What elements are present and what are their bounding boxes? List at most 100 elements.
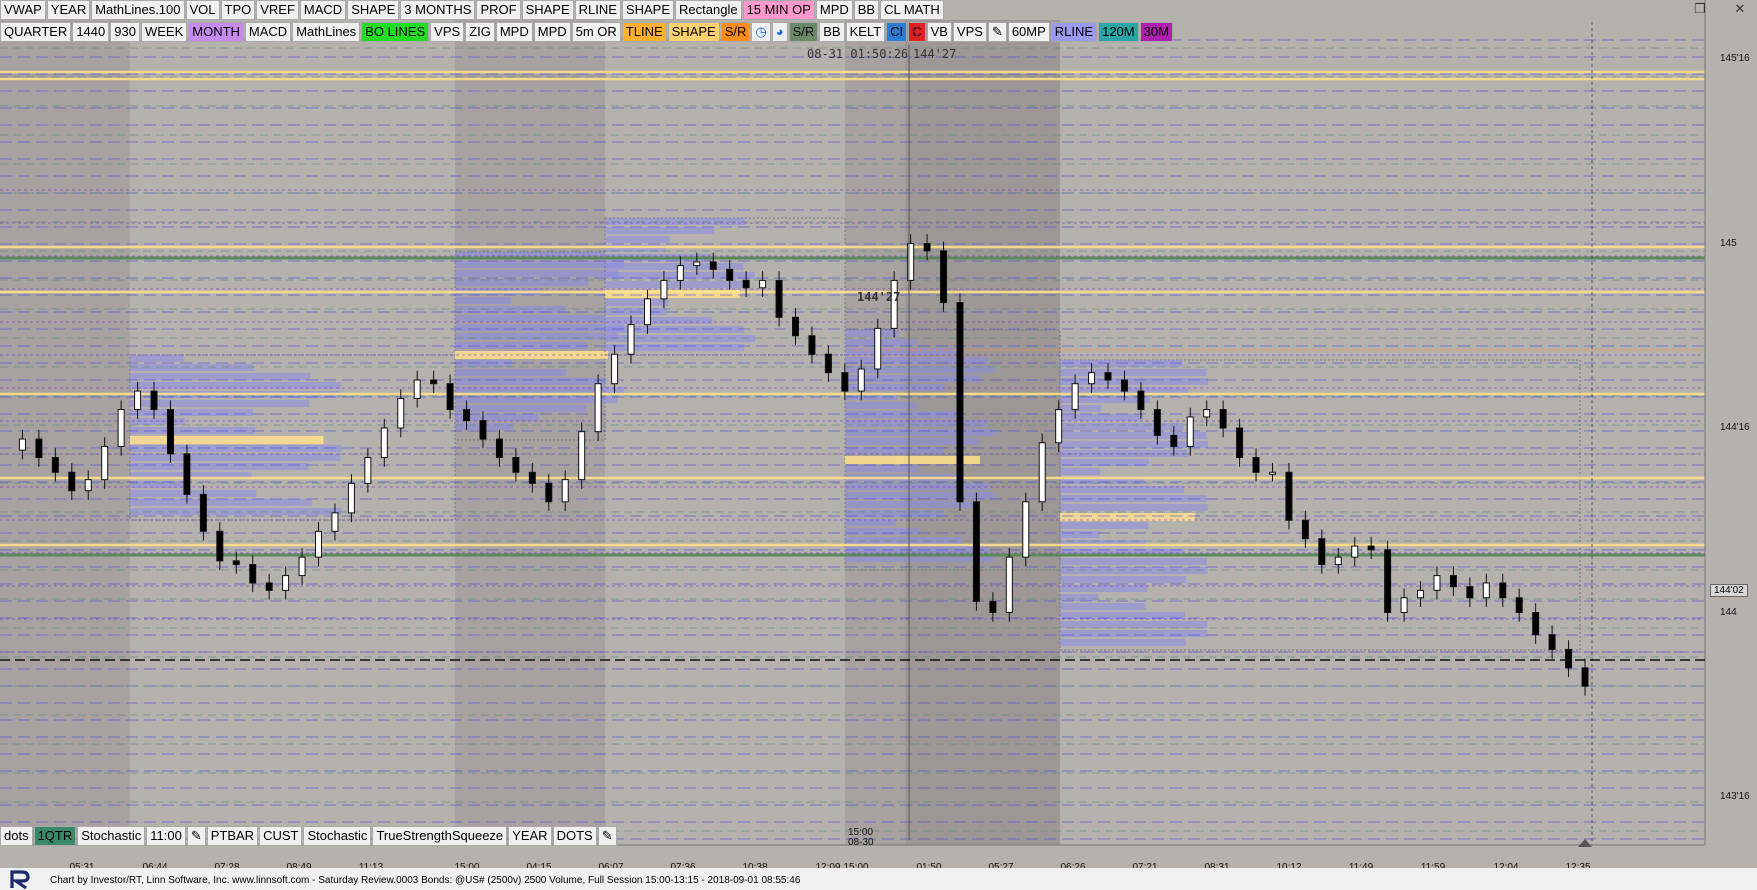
candle-body: [1170, 434, 1178, 447]
indicator-button-25[interactable]: ✎: [987, 22, 1007, 42]
profile-bar: [1060, 522, 1149, 529]
indicator-button-19[interactable]: BB: [819, 22, 845, 42]
candle-body: [364, 457, 372, 484]
bottom-button-4[interactable]: ✎: [186, 826, 206, 846]
top-button-2[interactable]: MathLines.100: [91, 0, 185, 20]
top-button-13[interactable]: Rectangle: [675, 0, 742, 20]
indicator-button-23[interactable]: VB: [926, 22, 952, 42]
candle-body: [397, 397, 405, 429]
indicator-button-18[interactable]: S/R: [788, 22, 819, 42]
bottom-button-0[interactable]: dots: [0, 826, 33, 846]
bottom-button-1[interactable]: 1QTR: [33, 826, 77, 846]
candle-body: [134, 390, 142, 411]
profile-bar: [1060, 423, 1184, 430]
candle-body: [824, 353, 832, 374]
profile-bar: [845, 330, 899, 337]
close-icon[interactable]: ✕: [1730, 0, 1750, 18]
candle-body: [298, 556, 306, 577]
top-button-15[interactable]: MPD: [815, 0, 853, 20]
top-button-4[interactable]: TPO: [220, 0, 256, 20]
indicator-button-5[interactable]: MACD: [244, 22, 292, 42]
indicator-button-2[interactable]: 930: [110, 22, 140, 42]
top-button-11[interactable]: RLINE: [574, 0, 621, 20]
bottom-button-8[interactable]: TrueStrengthSqueeze: [372, 826, 508, 846]
top-button-14[interactable]: 15 MIN OP: [742, 0, 815, 20]
profile-bar: [455, 369, 566, 376]
indicator-button-28[interactable]: 120M: [1098, 22, 1139, 42]
top-button-0[interactable]: VWAP: [0, 0, 46, 20]
top-button-12[interactable]: SHAPE: [621, 0, 675, 20]
top-button-16[interactable]: BB: [853, 0, 880, 20]
indicator-button-9[interactable]: ZIG: [465, 22, 495, 42]
indicator-button-26[interactable]: 60MP: [1007, 22, 1050, 42]
session-start-date: 08-30: [848, 837, 874, 848]
bottom-button-2[interactable]: Stochastic: [77, 826, 146, 846]
toolbar-bottom: dots 1QTR Stochastic 11:00 ✎ PTBAR CUST Stochas…: [0, 826, 618, 846]
restore-window-icon[interactable]: ❐: [1690, 0, 1710, 18]
indicator-button-4[interactable]: MONTH: [188, 22, 244, 42]
indicator-button-0[interactable]: QUARTER: [0, 22, 72, 42]
top-button-8[interactable]: 3 MONTHS: [400, 0, 476, 20]
candle-body: [693, 261, 701, 267]
price-chart[interactable]: [0, 0, 1757, 890]
indicator-button-3[interactable]: WEEK: [140, 22, 188, 42]
profile-bar: [1060, 639, 1186, 646]
bottom-button-3[interactable]: 11:00: [146, 826, 186, 846]
profile-bar: [605, 227, 715, 234]
bottom-button-9[interactable]: YEAR: [508, 826, 552, 846]
candle-body: [1137, 390, 1145, 411]
indicator-button-8[interactable]: VPS: [430, 22, 465, 42]
candle-body: [1515, 597, 1523, 613]
top-button-5[interactable]: VREF: [256, 0, 299, 20]
price-tick-label: 145: [1720, 237, 1737, 249]
top-button-9[interactable]: PROF: [476, 0, 521, 20]
candle-body: [545, 482, 553, 503]
indicator-button-29[interactable]: 30M: [1139, 22, 1173, 42]
profile-bar: [455, 315, 606, 322]
indicator-button-11[interactable]: MPD: [533, 22, 571, 42]
indicator-button-7[interactable]: BO LINES: [361, 22, 430, 42]
indicator-button-10[interactable]: MPD: [495, 22, 533, 42]
candle-body: [808, 335, 816, 355]
candle-body: [1005, 556, 1013, 614]
bottom-button-7[interactable]: Stochastic: [303, 826, 372, 846]
candle-body: [956, 302, 964, 503]
candle-body: [430, 379, 438, 385]
candle-body: [117, 409, 125, 447]
bottom-button-5[interactable]: PTBAR: [206, 826, 259, 846]
top-button-1[interactable]: YEAR: [46, 0, 91, 20]
profile-bar: [455, 378, 606, 385]
indicator-button-27[interactable]: RLINE: [1050, 22, 1098, 42]
indicator-button-6[interactable]: MathLines: [292, 22, 361, 42]
top-button-7[interactable]: SHAPE: [347, 0, 400, 20]
candle-body: [232, 560, 240, 566]
indicator-button-24[interactable]: VPS: [952, 22, 987, 42]
profile-bar: [1060, 414, 1144, 421]
indicator-button-17[interactable]: ◕: [771, 22, 788, 42]
indicator-button-15[interactable]: S/R: [720, 22, 751, 42]
profile-bar: [845, 348, 960, 355]
indicator-button-12[interactable]: 5m OR: [571, 22, 621, 42]
price-tick-label: 144: [1720, 606, 1737, 618]
top-button-3[interactable]: VOL: [185, 0, 220, 20]
candle-body: [1400, 597, 1408, 613]
top-button-10[interactable]: SHAPE: [521, 0, 574, 20]
bottom-button-10[interactable]: DOTS: [552, 826, 597, 846]
indicator-button-21[interactable]: CI: [886, 22, 908, 42]
bottom-button-11[interactable]: ✎: [597, 826, 617, 846]
indicator-button-16[interactable]: ◷: [751, 22, 771, 42]
profile-bar: [845, 402, 918, 409]
indicator-button-13[interactable]: TLINE: [621, 22, 667, 42]
bottom-button-6[interactable]: CUST: [259, 826, 303, 846]
top-button-6[interactable]: MACD: [299, 0, 347, 20]
indicator-button-14[interactable]: SHAPE: [667, 22, 720, 42]
candle-body: [775, 279, 783, 318]
investor-rt-logo-icon: [4, 870, 44, 890]
price-tick-label: 145'16: [1720, 53, 1750, 64]
indicator-button-1[interactable]: 1440: [72, 22, 110, 42]
candle-body: [676, 265, 684, 281]
indicator-button-20[interactable]: KELT: [845, 22, 886, 42]
top-button-17[interactable]: CL MATH: [880, 0, 944, 20]
session-start-label: 15:00 08-30: [848, 828, 874, 848]
indicator-button-22[interactable]: C: [908, 22, 926, 42]
